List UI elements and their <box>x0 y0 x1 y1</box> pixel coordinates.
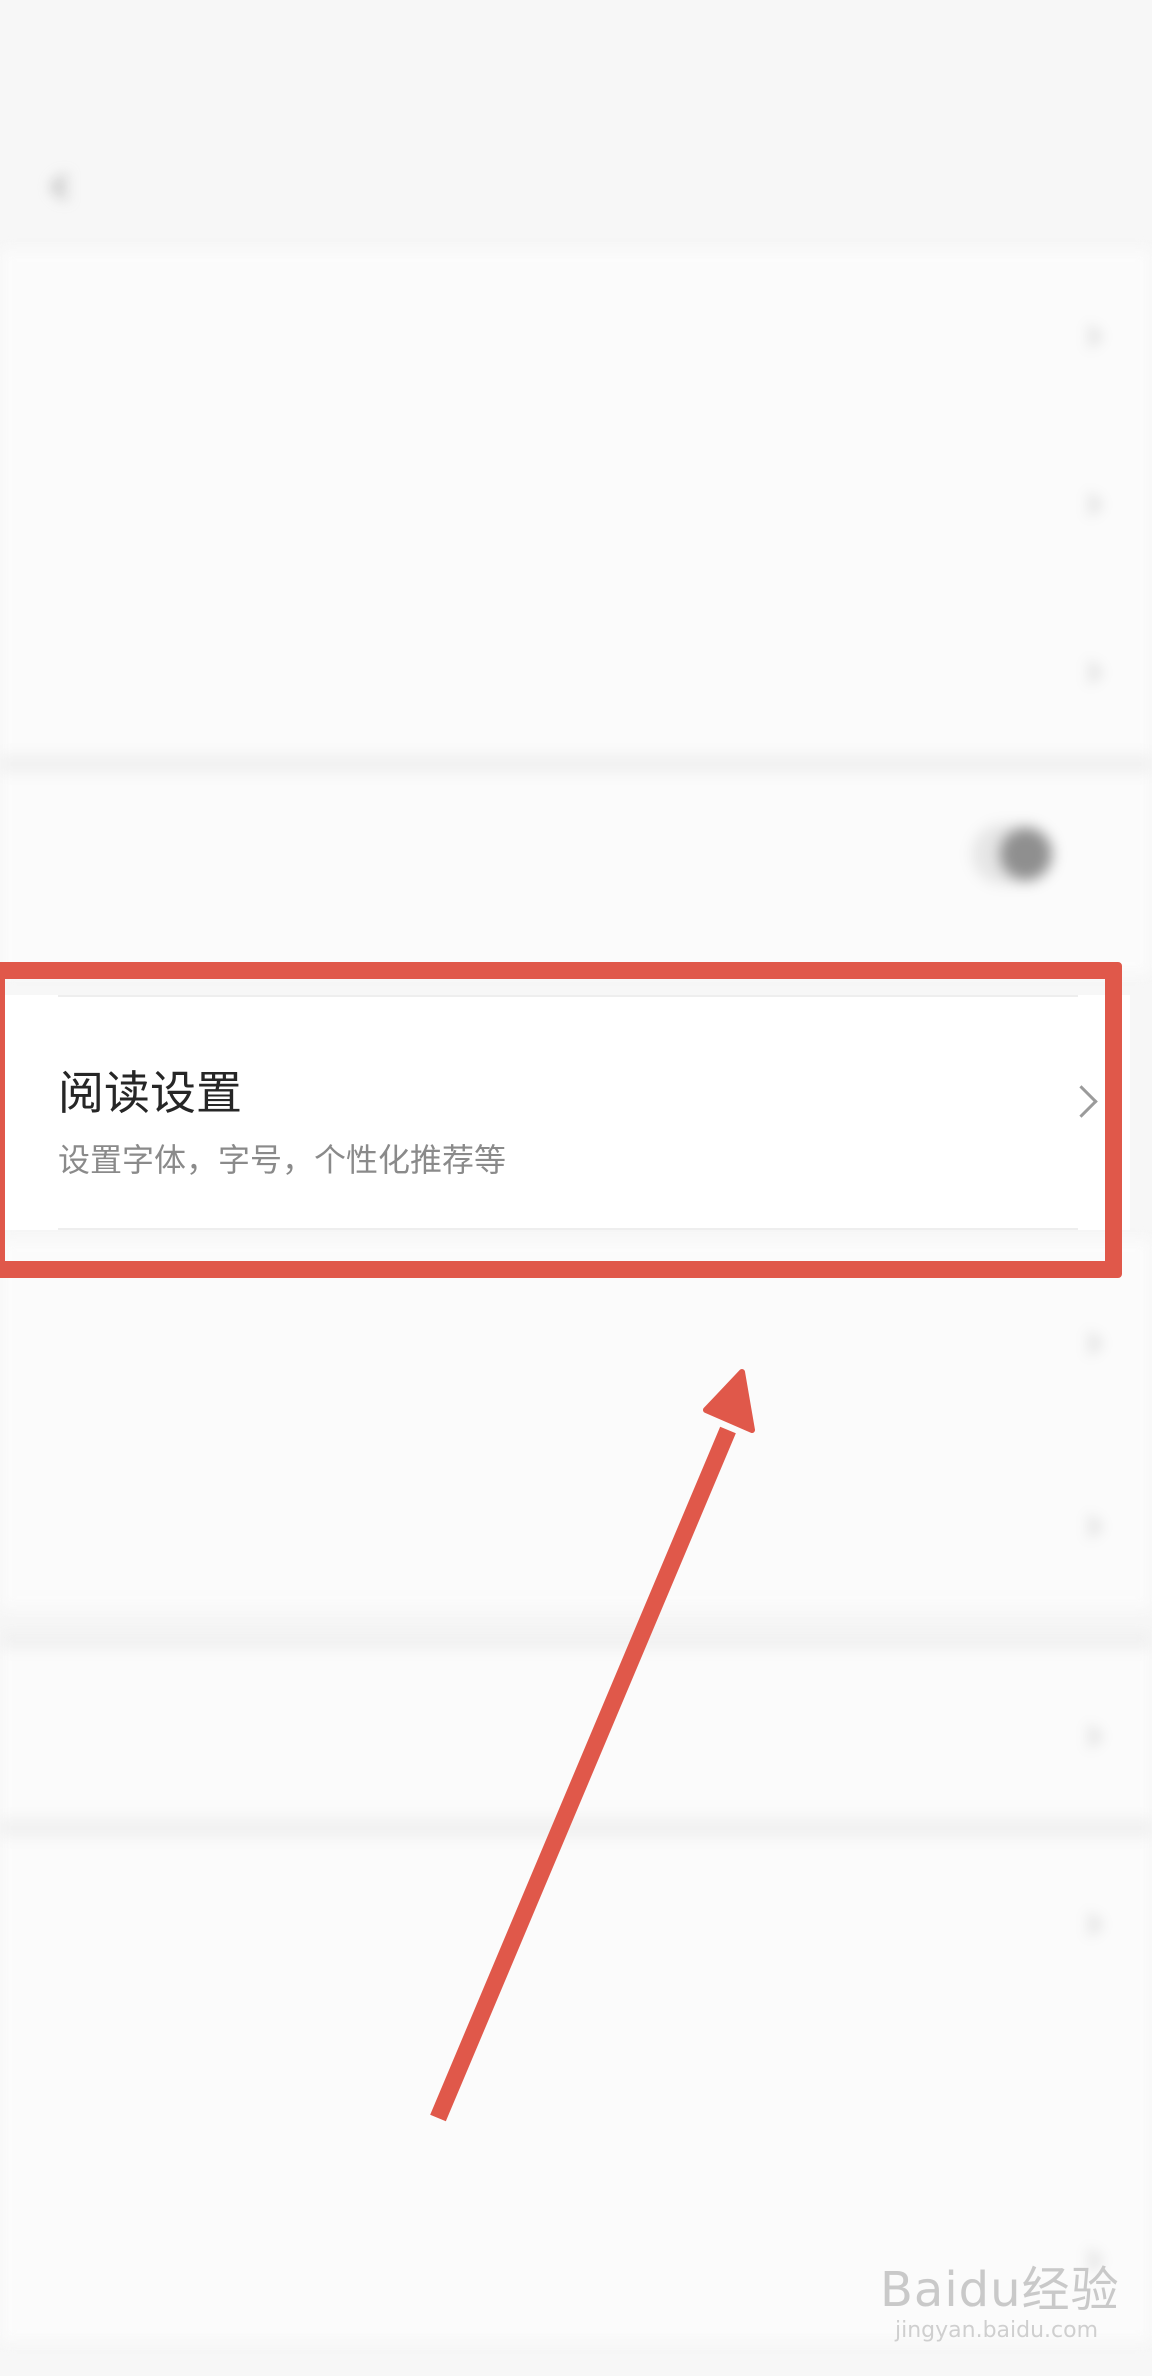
watermark-url: jingyan.baidu.com <box>895 2318 1099 2343</box>
watermark-brand: Baidu经验 <box>880 2262 1120 2318</box>
annotation-arrow-icon <box>430 1369 755 2122</box>
